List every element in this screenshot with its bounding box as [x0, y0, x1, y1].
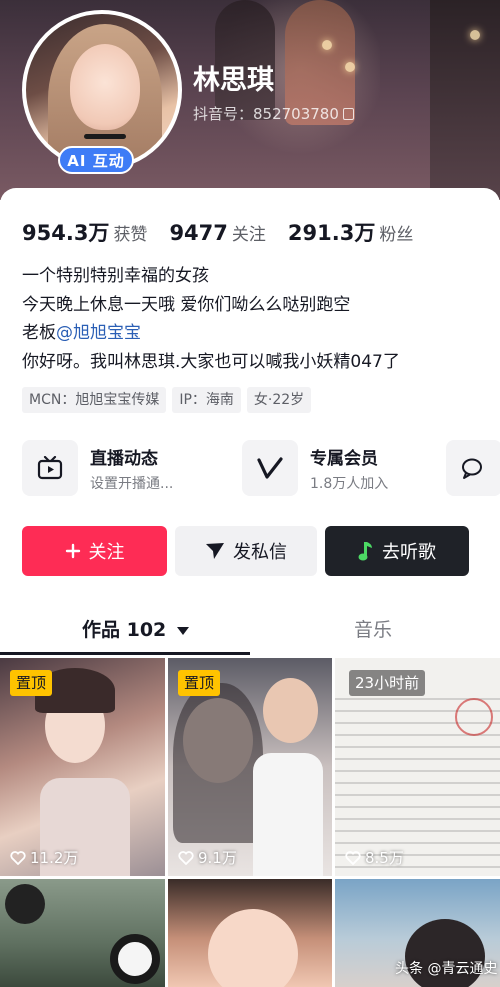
feature-subtitle: 1.8万人加入	[310, 475, 389, 492]
v-icon	[242, 440, 298, 496]
douyin-id-text: 抖音号：852703780	[193, 105, 339, 123]
stat-value: 954.3万	[22, 221, 110, 245]
profile-tags: MCN：旭旭宝宝传媒 IP：海南 女·22岁	[22, 387, 317, 413]
feature-live-updates[interactable]: 直播动态 设置开播通...	[22, 440, 173, 496]
send-message-label: 发私信	[233, 542, 287, 563]
post-likes: 8.5万	[345, 847, 404, 868]
tv-icon	[22, 440, 78, 496]
ai-interaction-badge[interactable]: AI 互动	[58, 146, 134, 174]
thumbnail-hair	[173, 683, 263, 843]
follow-button-label: 关注	[88, 542, 125, 563]
send-message-button[interactable]: 发私信	[175, 526, 317, 576]
bio-line: 一个特别特别幸福的女孩	[22, 266, 209, 286]
tab-works[interactable]: 作品 102	[82, 615, 189, 642]
send-icon	[205, 542, 225, 560]
feature-group-chat[interactable]	[446, 440, 500, 496]
post-thumbnail[interactable]: 置顶 11.2万	[0, 658, 165, 876]
stat-value: 291.3万	[287, 221, 376, 245]
pinned-badge: 置顶	[10, 670, 53, 696]
plus-icon	[65, 543, 81, 559]
post-thumbnail[interactable]	[0, 879, 165, 987]
banner-photo-edge	[430, 0, 500, 200]
avatar-necklace	[84, 134, 126, 139]
bio-line: 今天晚上休息一天哦 爱你们呦么么哒别跑空	[22, 294, 351, 315]
stat-label: 获赞	[113, 225, 148, 245]
tab-works-label: 作品 102	[82, 619, 167, 641]
profile-card	[0, 188, 500, 658]
tab-music[interactable]: 音乐	[354, 615, 392, 642]
thumbnail-shirt	[253, 753, 323, 876]
copy-icon[interactable]	[342, 107, 354, 120]
banner-light	[322, 40, 332, 50]
chat-icon	[446, 440, 500, 496]
post-thumbnail[interactable]: 置顶 9.1万	[168, 658, 332, 876]
feature-membership[interactable]: 专属会员 1.8万人加入	[242, 440, 388, 496]
stat-followers[interactable]: 291.3万 粉丝	[288, 217, 413, 247]
feature-title: 专属会员	[310, 448, 378, 469]
source-watermark: 头条 @青云通史	[395, 961, 498, 977]
banner-light	[470, 30, 480, 40]
caret-down-icon	[176, 627, 189, 635]
listen-song-label: 去听歌	[382, 542, 436, 563]
bio-line: 你好呀。我叫林思琪.大家也可以喊我小妖精047了	[22, 351, 400, 372]
bio-mention-link[interactable]: @旭旭宝宝	[56, 323, 141, 343]
tag-mcn[interactable]: MCN：旭旭宝宝传媒	[22, 387, 167, 413]
tag-ip-location: IP：海南	[172, 387, 241, 413]
post-time-badge: 23小时前	[349, 670, 426, 696]
pinned-badge: 置顶	[178, 670, 221, 696]
content-tabs: 作品 102 音乐	[0, 605, 500, 655]
listen-song-button[interactable]: 去听歌	[325, 526, 469, 576]
profile-nickname: 林思琪	[193, 65, 274, 96]
banner-light	[345, 62, 355, 72]
profile-stats: 954.3万 获赞 9477 关注 291.3万 粉丝	[22, 217, 435, 247]
feature-subtitle: 设置开播通...	[90, 475, 174, 492]
bio-line: 老板@旭旭宝宝	[22, 319, 492, 348]
post-likes-count: 11.2万	[30, 849, 79, 867]
heart-icon	[345, 850, 361, 865]
douyin-id[interactable]: 抖音号：852703780	[193, 103, 354, 124]
stat-following[interactable]: 9477 关注	[169, 220, 265, 245]
post-thumbnail[interactable]: 23小时前 8.5万	[335, 658, 500, 876]
thumbnail-person	[263, 678, 318, 743]
avatar-face	[70, 44, 140, 130]
thumbnail-panda	[5, 884, 45, 924]
post-likes: 9.1万	[178, 847, 237, 868]
active-tab-indicator	[0, 652, 250, 655]
stat-label: 粉丝	[379, 225, 414, 245]
post-likes-count: 9.1万	[198, 849, 237, 867]
music-note-icon	[358, 541, 374, 561]
stat-value: 9477	[169, 221, 228, 245]
stat-label: 关注	[231, 225, 266, 245]
follow-button[interactable]: 关注	[22, 526, 167, 576]
stat-likes[interactable]: 954.3万 获赞	[22, 217, 147, 247]
feature-title: 直播动态	[90, 448, 158, 469]
tag-gender-age: 女·22岁	[246, 387, 312, 413]
post-likes-count: 8.5万	[365, 849, 404, 867]
profile-bio: 一个特别特别幸福的女孩 今天晚上休息一天哦 爱你们呦么么哒别跑空 老板@旭旭宝宝…	[22, 262, 492, 376]
thumbnail-person	[208, 909, 298, 987]
bio-text: 老板	[22, 323, 56, 343]
thumbnail-panda	[110, 934, 160, 984]
post-thumbnail[interactable]	[168, 879, 332, 987]
thumbnail-stamp	[455, 698, 493, 736]
post-likes: 11.2万	[10, 847, 78, 868]
heart-icon	[178, 850, 194, 865]
heart-icon	[10, 850, 26, 865]
